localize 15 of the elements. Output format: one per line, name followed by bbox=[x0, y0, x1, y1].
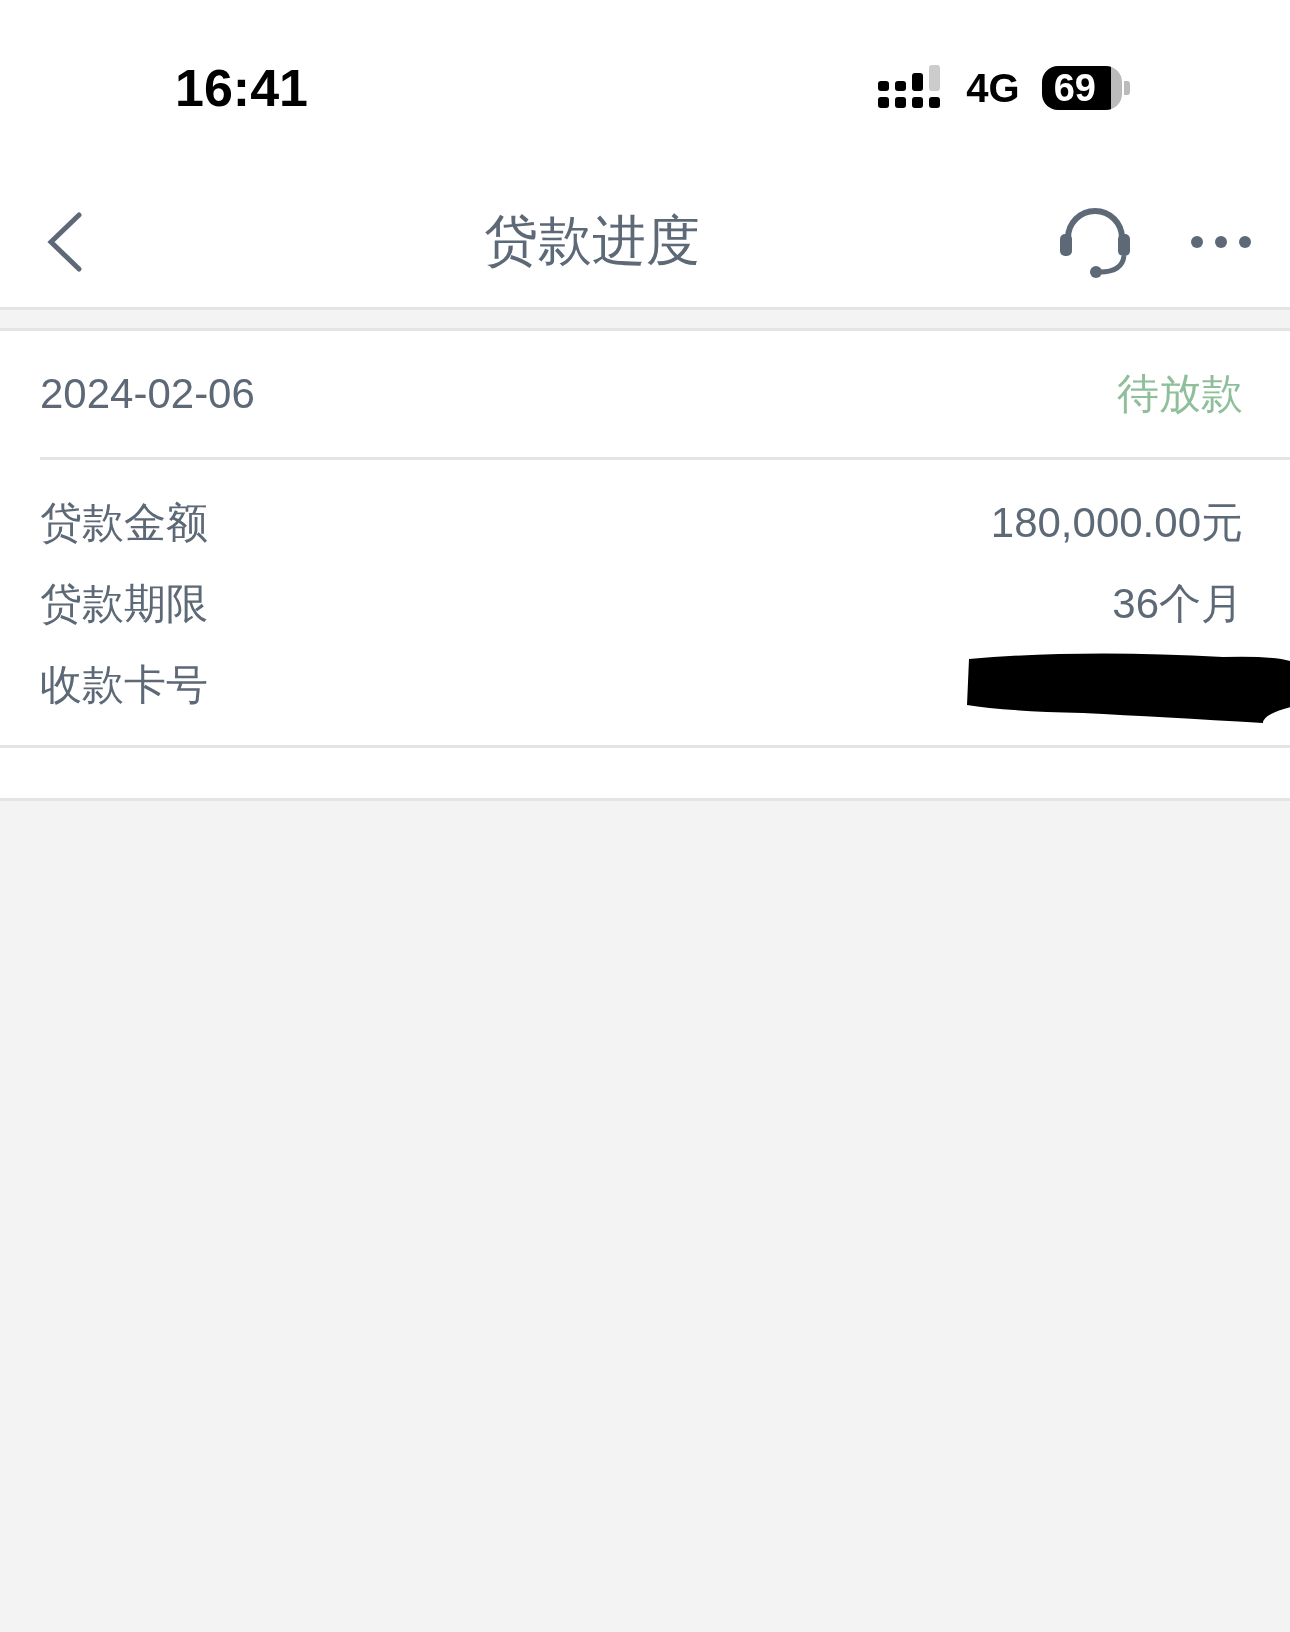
field-label: 收款卡号 bbox=[40, 659, 208, 710]
loan-status: 待放款 bbox=[1117, 369, 1243, 419]
loan-date: 2024-02-06 bbox=[40, 370, 255, 418]
field-label: 贷款金额 bbox=[40, 497, 208, 548]
page-title: 贷款进度 bbox=[482, 209, 701, 272]
network-label: 4G bbox=[966, 65, 1020, 111]
field-value: 36个月 bbox=[1112, 578, 1243, 629]
battery-level: 69 bbox=[1041, 66, 1122, 110]
field-value: 180,000.00元 bbox=[990, 497, 1243, 548]
clock-time: 16:41 bbox=[175, 58, 309, 118]
more-icon[interactable] bbox=[1190, 234, 1252, 249]
battery-tip-icon bbox=[1124, 81, 1130, 95]
back-button[interactable] bbox=[45, 210, 85, 273]
field-label: 贷款期限 bbox=[40, 578, 208, 629]
headset-icon[interactable] bbox=[1058, 205, 1132, 278]
